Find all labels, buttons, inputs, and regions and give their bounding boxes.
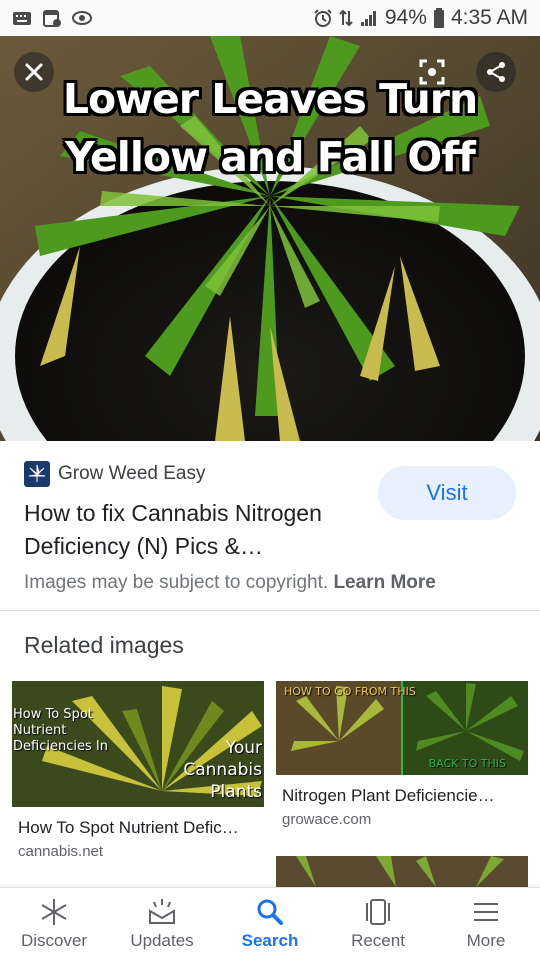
source-panel: Grow Weed Easy Visit How to fix Cannabis…	[0, 441, 540, 611]
overlay-right-line: Plants	[210, 782, 262, 802]
overlay-left-line: Deficiencies In	[13, 739, 108, 754]
overlay-right-line: Your	[225, 738, 262, 758]
nav-search[interactable]: Search	[216, 888, 324, 960]
related-images-heading: Related images	[24, 632, 184, 658]
lens-button[interactable]	[412, 52, 452, 92]
leaf-icon	[28, 464, 46, 482]
hero-caption-line2: Yellow and Fall Off	[65, 133, 476, 181]
related-image[interactable]: HOW TO GO FROM THIS BACK TO THIS	[276, 681, 528, 775]
nav-more[interactable]: More	[432, 888, 540, 960]
plant-photo	[276, 856, 528, 887]
nav-discover[interactable]: Discover	[0, 888, 108, 960]
calendar-icon	[43, 10, 61, 27]
nav-updates[interactable]: Updates	[108, 888, 216, 960]
search-icon	[257, 899, 283, 925]
asterisk-icon	[41, 899, 67, 925]
hero-caption-line1: Lower Leaves Turn	[62, 75, 478, 123]
related-card[interactable]	[276, 856, 528, 887]
nav-label: Recent	[351, 931, 405, 950]
related-overlay-top: HOW TO GO FROM THIS	[284, 685, 416, 698]
share-icon	[487, 62, 505, 82]
status-bar: 94% 4:35 AM	[0, 0, 540, 36]
bottom-navigation: Discover Updates Search Recent More	[0, 887, 540, 960]
updates-icon	[149, 899, 175, 924]
overlay-right-line: Cannabis	[183, 760, 262, 780]
close-icon	[25, 63, 43, 81]
related-image[interactable]: How To Spot Nutrient Deficiencies In You…	[12, 681, 264, 807]
data-icon	[339, 9, 353, 27]
status-right: 94% 4:35 AM	[313, 6, 528, 30]
related-title[interactable]: Nitrogen Plant Deficiencie…	[282, 786, 528, 806]
nav-label: More	[466, 931, 506, 950]
menu-icon	[474, 903, 498, 921]
lens-icon	[419, 59, 445, 85]
nav-label: Search	[241, 931, 299, 950]
site-name: Grow Weed Easy	[58, 463, 206, 484]
eye-icon	[72, 11, 92, 25]
nav-recent[interactable]: Recent	[324, 888, 432, 960]
signal-icon	[360, 11, 376, 26]
site-logo	[24, 461, 50, 487]
related-card[interactable]: How To Spot Nutrient Deficiencies In You…	[12, 681, 264, 871]
related-source: cannabis.net	[18, 843, 104, 860]
clock-time: 4:35 AM	[450, 6, 528, 29]
hero-caption: Lower Leaves Turn Yellow and Fall Off	[0, 70, 540, 186]
related-image[interactable]	[276, 856, 528, 887]
overlay-left-line: How To Spot	[13, 707, 93, 722]
hero-image[interactable]: Lower Leaves Turn Yellow and Fall Off	[0, 36, 540, 441]
recent-icon	[366, 899, 390, 925]
copyright-notice: Images may be subject to copyright. Lear…	[24, 572, 436, 594]
nav-label: Discover	[20, 931, 88, 950]
related-overlay-right: Your Cannabis Plants	[183, 737, 262, 803]
close-button[interactable]	[14, 52, 54, 92]
result-title[interactable]: How to fix Cannabis Nitrogen Deficiency …	[24, 497, 364, 563]
related-overlay-bottom: BACK TO THIS	[428, 757, 506, 770]
related-source: growace.com	[282, 811, 372, 828]
overlay-left-line: Nutrient	[13, 723, 67, 738]
site-row[interactable]: Grow Weed Easy	[24, 461, 205, 487]
copyright-text: Images may be subject to copyright.	[24, 572, 329, 593]
related-card[interactable]: HOW TO GO FROM THIS BACK TO THIS Nitroge…	[276, 681, 528, 851]
nav-label: Updates	[130, 931, 194, 950]
alarm-icon	[314, 9, 332, 27]
related-overlay-left: How To Spot Nutrient Deficiencies In	[13, 707, 108, 755]
visit-button[interactable]: Visit	[378, 466, 516, 520]
related-title[interactable]: How To Spot Nutrient Defic…	[18, 818, 264, 838]
battery-icon	[433, 8, 444, 28]
share-button[interactable]	[476, 52, 516, 92]
battery-percent: 94%	[384, 6, 427, 29]
learn-more-link[interactable]: Learn More	[333, 572, 435, 593]
status-left-icons	[12, 9, 92, 27]
keyboard-icon	[13, 12, 31, 25]
